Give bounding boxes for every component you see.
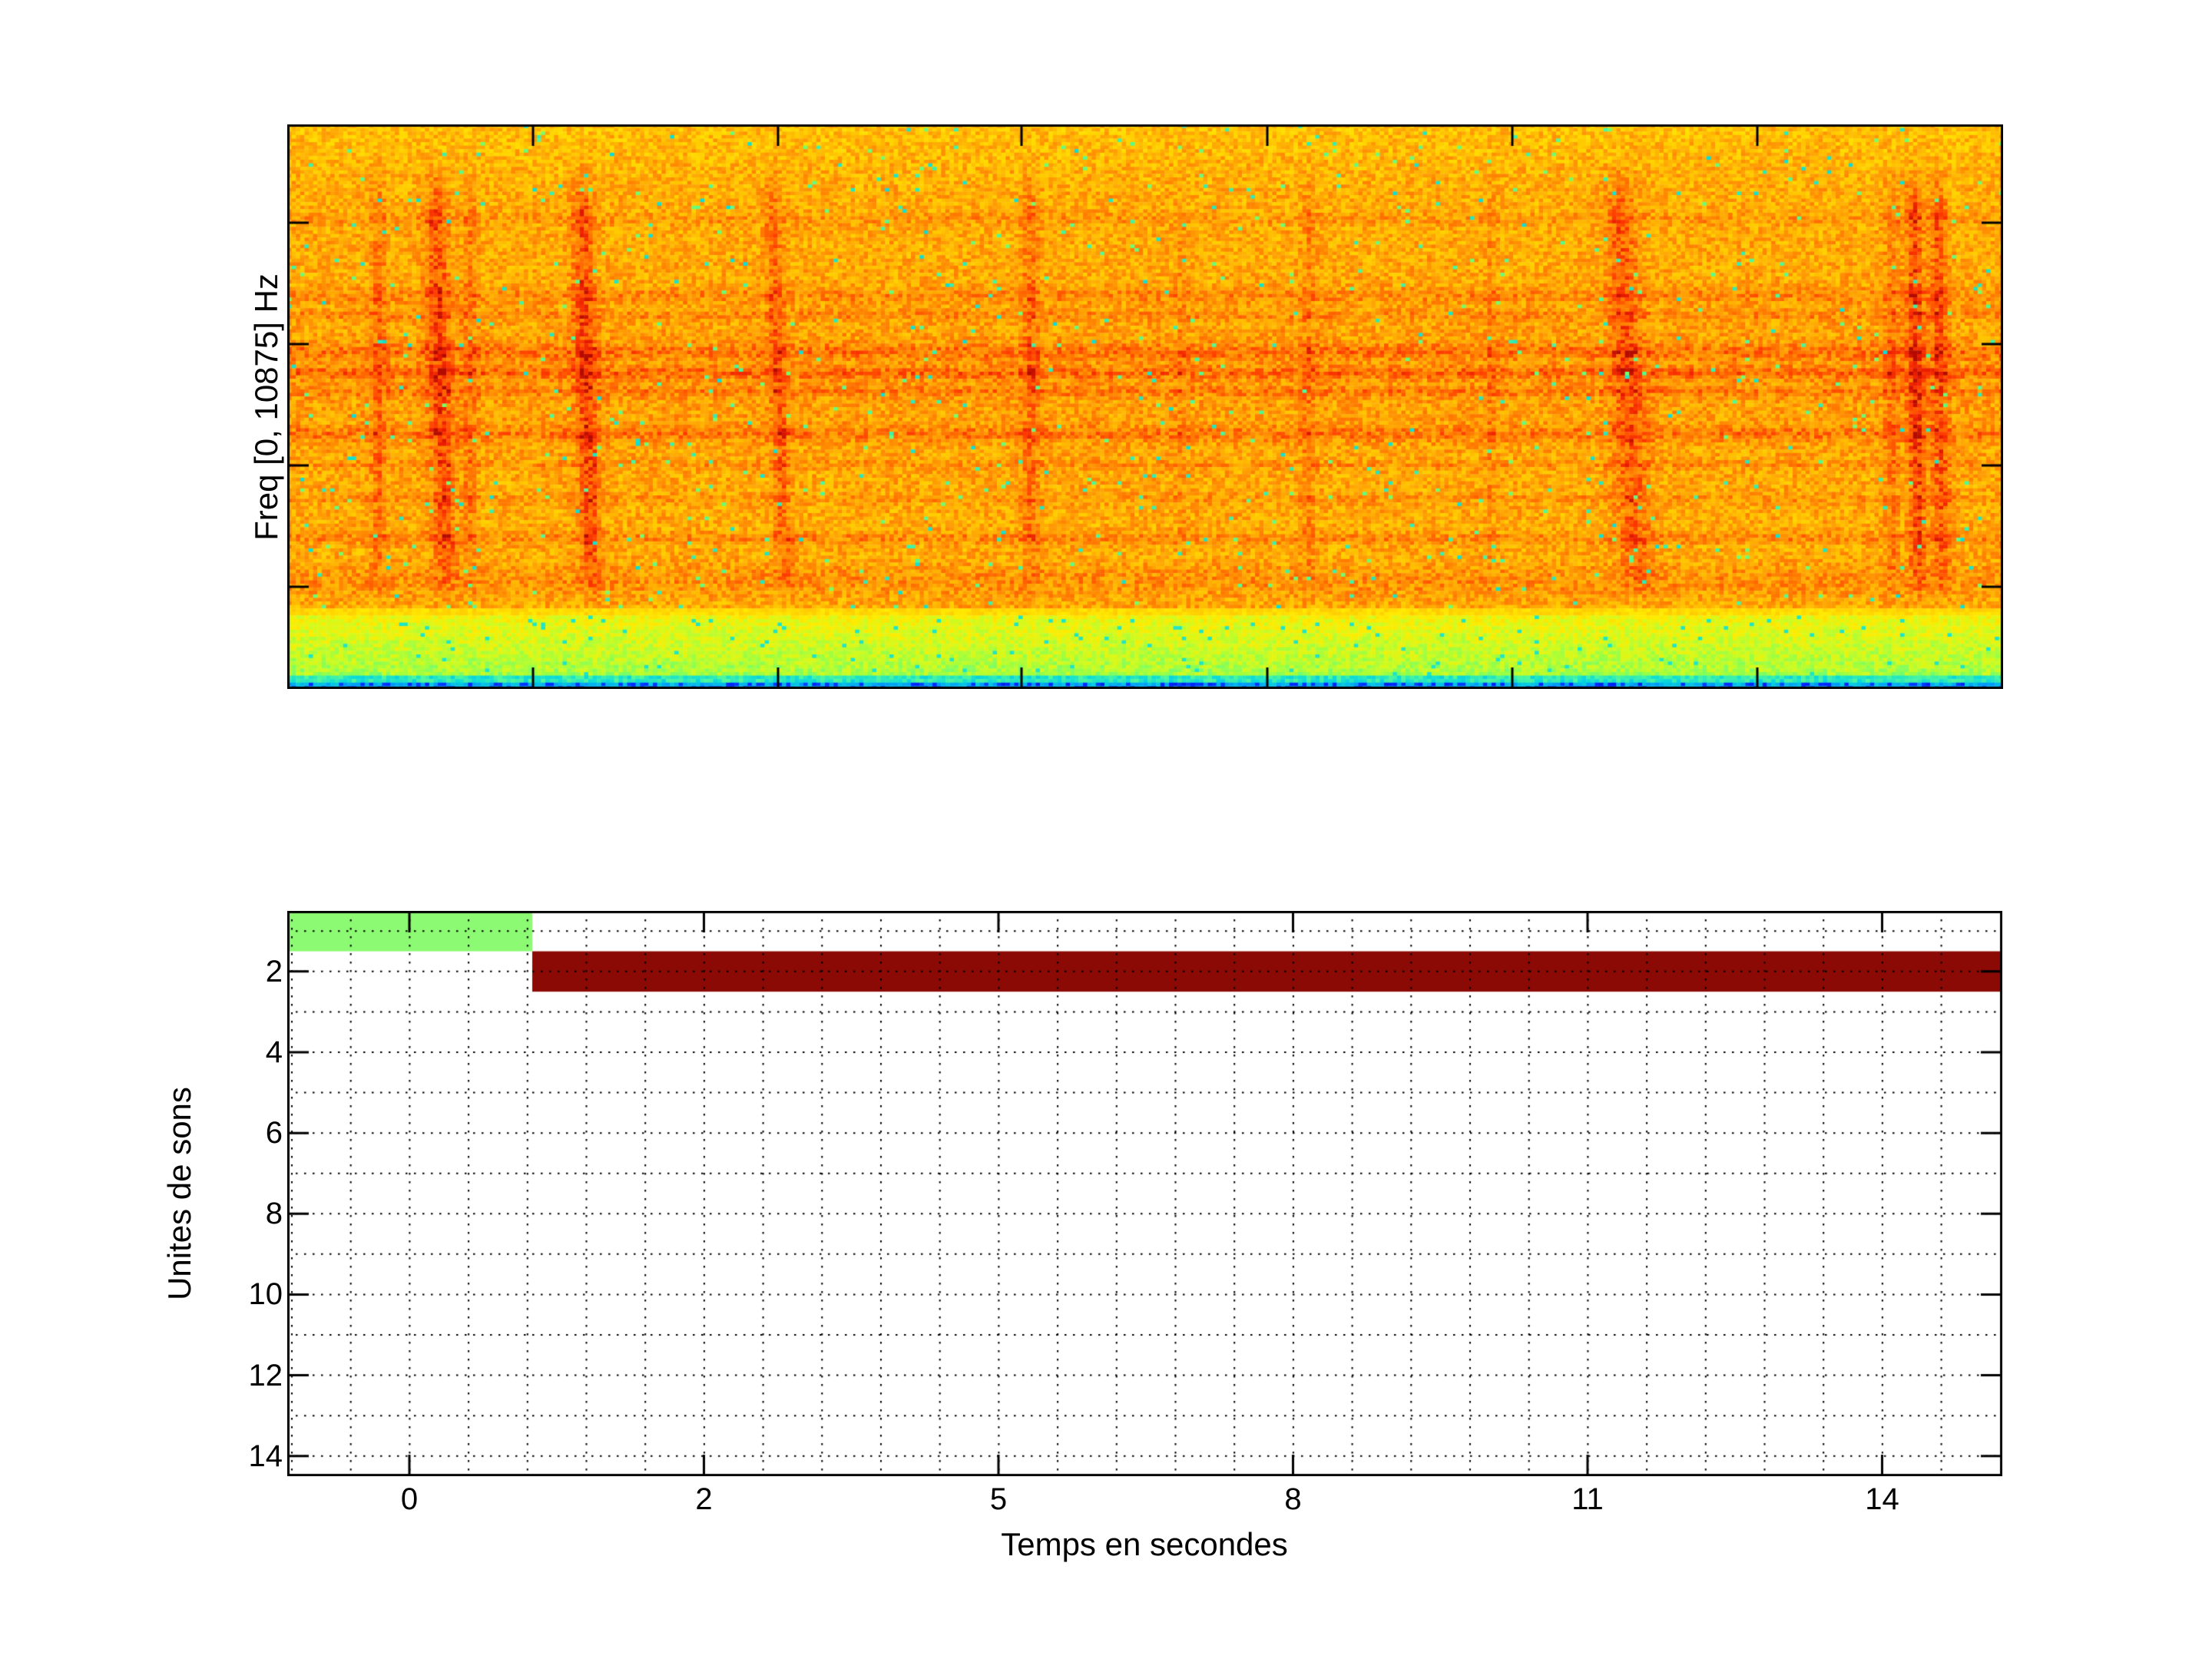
y-tick-label-8: 8 [266,1198,283,1229]
x-tick-label-14: 14 [1865,1484,1899,1515]
y-tick-label-10: 10 [249,1279,283,1310]
spectrogram-y-axis-label: Freq [0, 10875] Hz [250,273,283,541]
x-tick-label-5: 5 [990,1484,1007,1515]
x-tick-label-0: 0 [401,1484,418,1515]
y-tick-label-2: 2 [266,956,283,987]
y-tick-label-12: 12 [249,1360,283,1391]
sound-units-plot [287,911,2002,1476]
matlab-figure: Freq [0, 10875] Hz Unites de sons Temps … [0,0,2212,1659]
x-tick-label-11: 11 [1571,1484,1604,1515]
units-x-axis-label: Temps en secondes [1001,1528,1288,1561]
units-y-axis-label: Unites de sons [164,1087,196,1300]
x-tick-label-2: 2 [695,1484,712,1515]
y-tick-label-6: 6 [266,1118,283,1148]
x-tick-label-8: 8 [1284,1484,1301,1515]
spectrogram-plot [287,124,2003,689]
y-tick-label-14: 14 [249,1441,283,1472]
y-tick-label-4: 4 [266,1037,283,1068]
